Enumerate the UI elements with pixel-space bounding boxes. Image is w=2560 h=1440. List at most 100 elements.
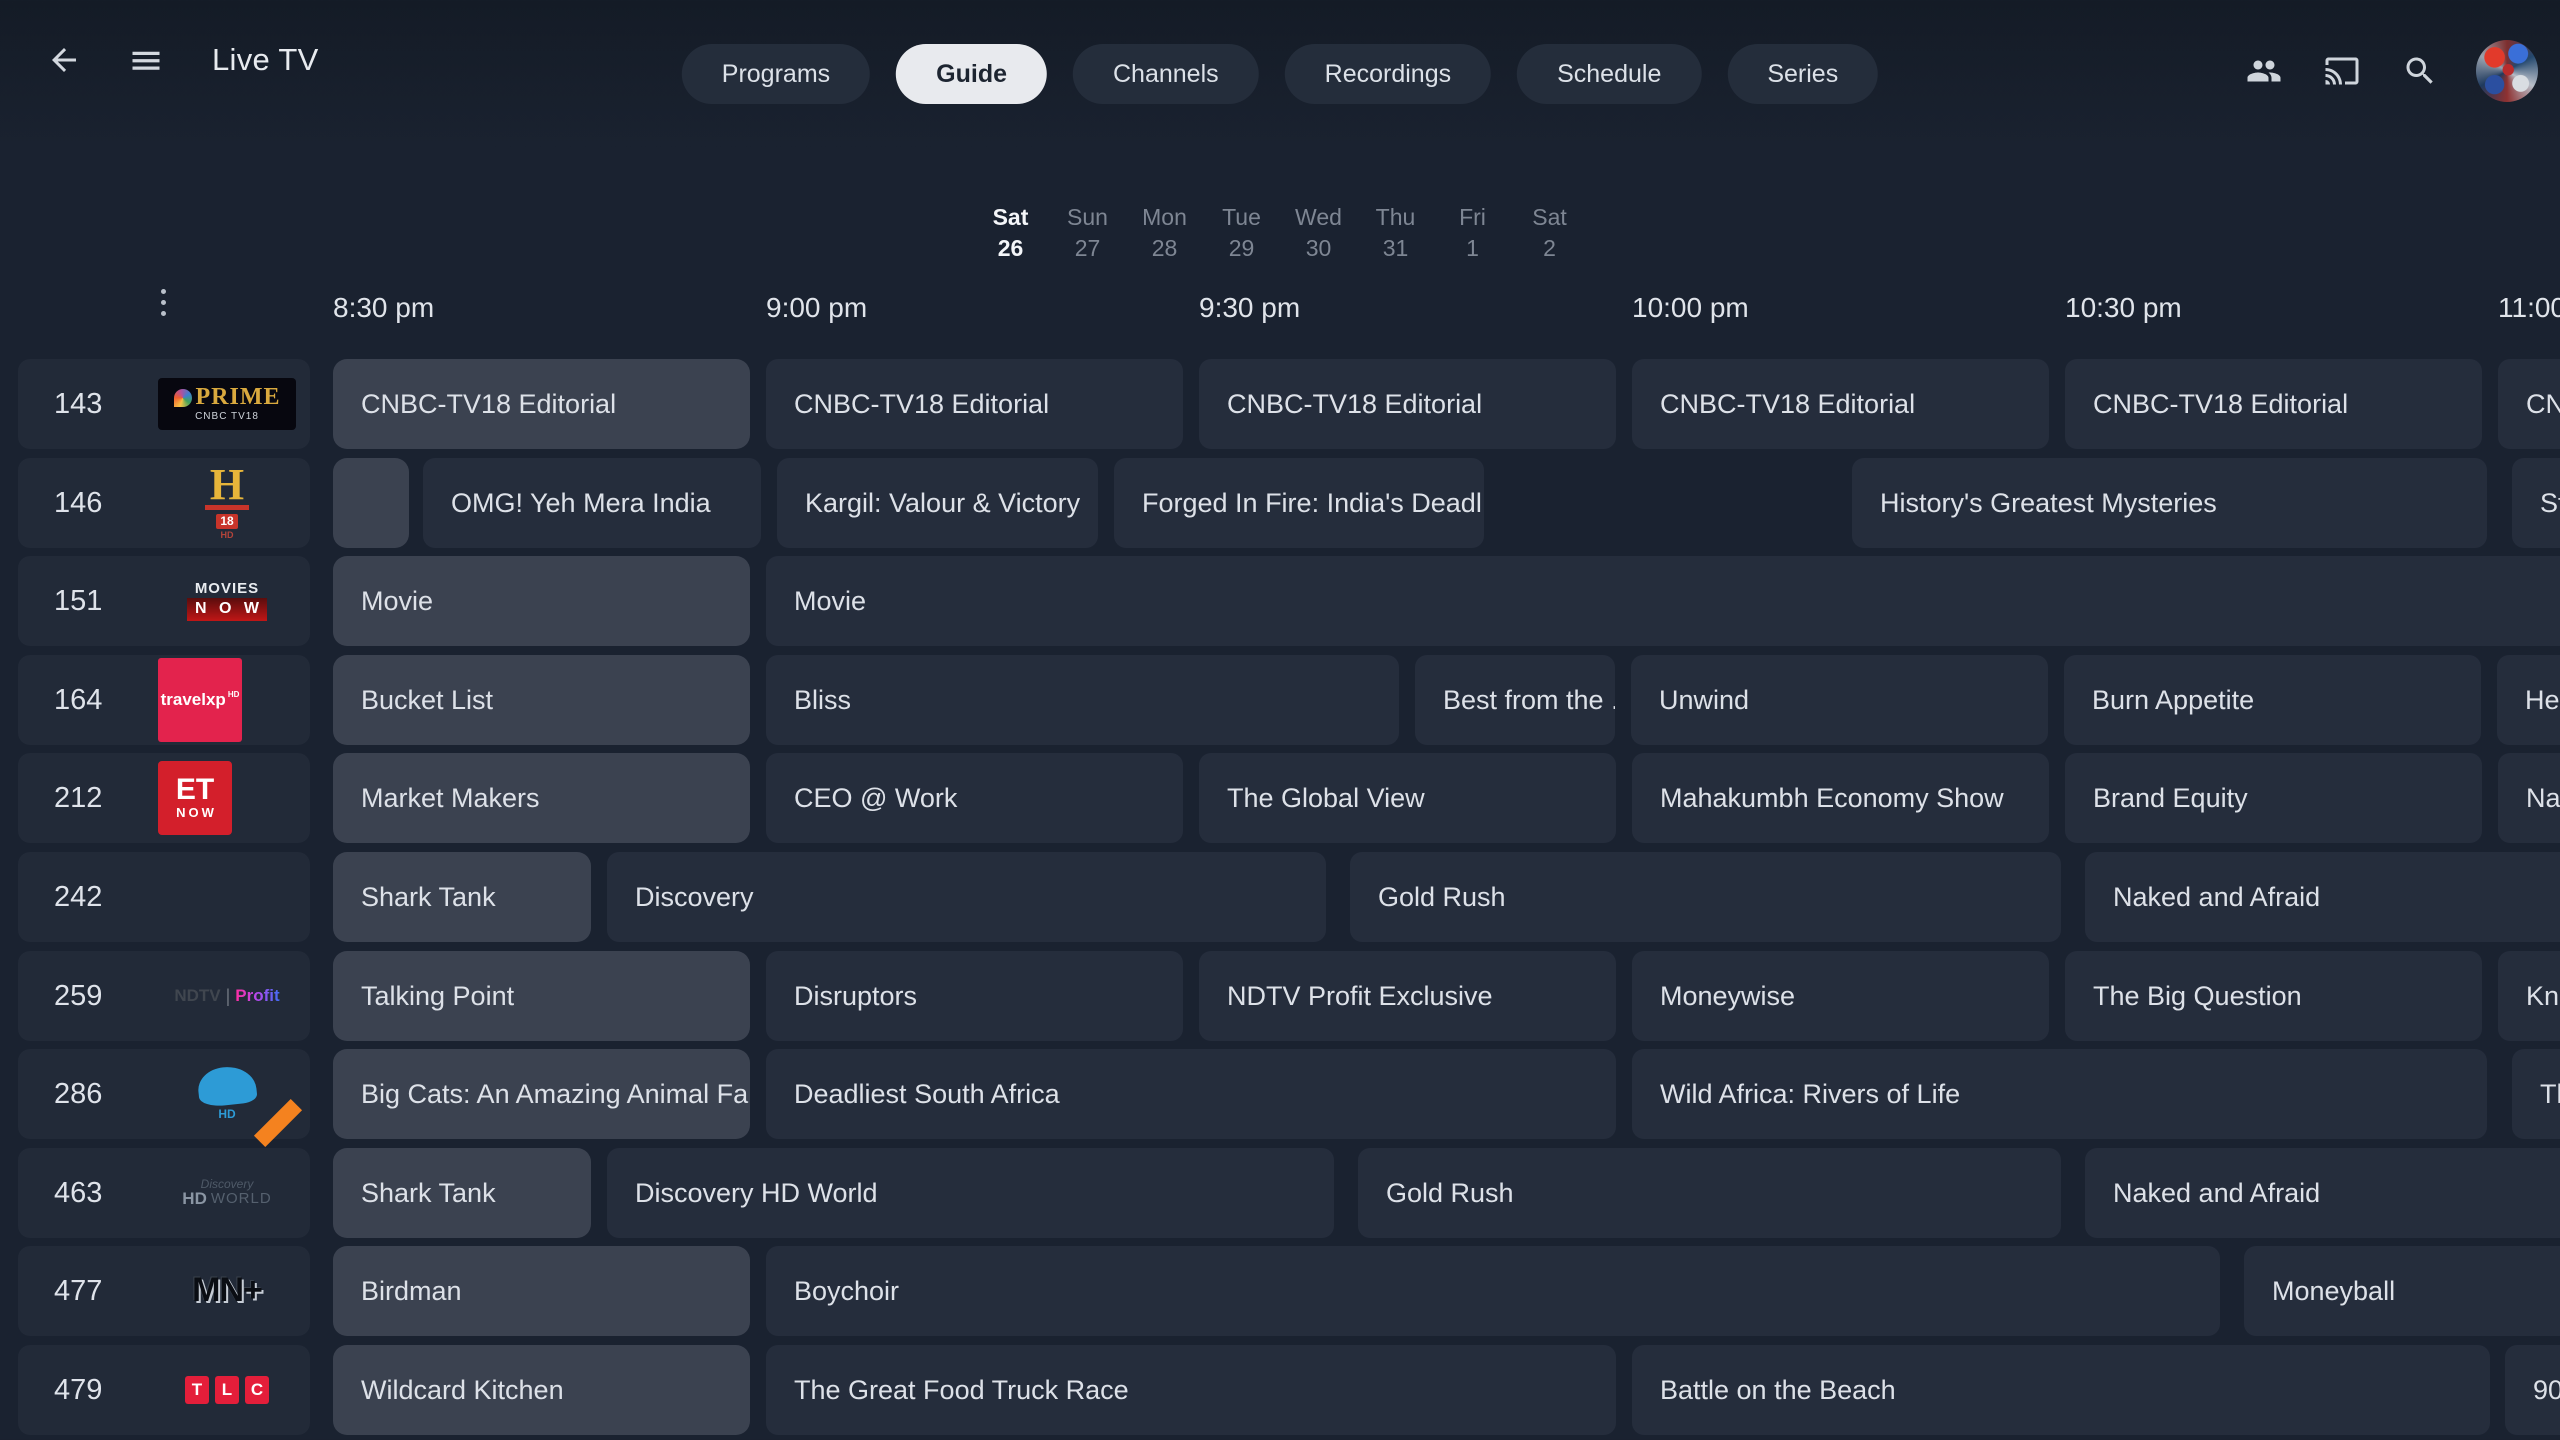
program-cell[interactable]: CNBC-TV18 Editorial [333, 359, 750, 449]
program-cell[interactable]: Sto [2512, 458, 2560, 548]
program-cell[interactable]: Movie [333, 556, 750, 646]
tab-guide[interactable]: Guide [896, 44, 1047, 104]
tab-schedule[interactable]: Schedule [1517, 44, 1701, 104]
top-app-bar: Live TV ProgramsGuideChannelsRecordingsS… [0, 0, 2560, 120]
program-cell[interactable]: Disruptors [766, 951, 1183, 1041]
program-cell[interactable]: Movie [766, 556, 2560, 646]
program-cell[interactable]: Wildcard Kitchen [333, 1345, 750, 1435]
channel-row-463: 463DiscoveryHDWORLD Shark TankDiscovery H… [0, 1148, 2560, 1238]
day-number: 31 [1357, 233, 1434, 264]
channel-card-479[interactable]: 479TLC [18, 1345, 310, 1435]
program-cell[interactable]: Brand Equity [2065, 753, 2482, 843]
day-name: Mon [1126, 202, 1203, 233]
search-button[interactable] [2398, 49, 2442, 93]
profile-avatar[interactable] [2476, 40, 2538, 102]
program-cell[interactable]: The Great Food Truck Race [766, 1345, 1616, 1435]
date-strip: Sat26Sun27Mon28Tue29Wed30Thu31Fri1Sat2 [972, 202, 1588, 264]
channel-number: 259 [54, 980, 158, 1013]
day-mon-28[interactable]: Mon28 [1126, 202, 1203, 264]
program-cell[interactable]: Know [2498, 951, 2560, 1041]
channel-card-143[interactable]: 143PRIMECNBC TV18 [18, 359, 310, 449]
program-cell[interactable]: Battle on the Beach [1632, 1345, 2490, 1435]
more-options-icon[interactable] [158, 283, 168, 322]
program-cell[interactable]: Discovery HD World [607, 1148, 1334, 1238]
mn-plus-logo: MN+ [158, 1273, 296, 1309]
channel-card-259[interactable]: 259NDTV|Profit [18, 951, 310, 1041]
program-cell[interactable]: Moneywise [1632, 951, 2049, 1041]
movies-now-logo: MOVIESN O W [158, 581, 296, 622]
channel-card-212[interactable]: 212ETNOW [18, 753, 310, 843]
program-cell[interactable]: The [2512, 1049, 2560, 1139]
program-cell[interactable]: Burn Appetite [2064, 655, 2481, 745]
day-number: 28 [1126, 233, 1203, 264]
program-cell[interactable]: Birdman [333, 1246, 750, 1336]
channel-row-259: 259NDTV|Profit Talking PointDisruptorsNDT… [0, 951, 2560, 1041]
program-cell[interactable]: Shark Tank [333, 852, 591, 942]
program-cell[interactable]: 90 D [2505, 1345, 2560, 1435]
program-cell[interactable]: The Global View [1199, 753, 1616, 843]
program-cell[interactable]: CNBC-TV18 Editorial [1199, 359, 1616, 449]
program-cell[interactable]: History's Greatest Mysteries [1852, 458, 2487, 548]
program-cell[interactable]: Gold Rush [1358, 1148, 2061, 1238]
day-sat-26[interactable]: Sat26 [972, 202, 1049, 264]
program-cell[interactable]: Naked and Afraid [2085, 1148, 2560, 1238]
day-wed-30[interactable]: Wed30 [1280, 202, 1357, 264]
channel-card-286[interactable]: 286HD [18, 1049, 310, 1139]
program-cell[interactable]: Talking Point [333, 951, 750, 1041]
program-cell[interactable]: CNBC-TV18 Editorial [2065, 359, 2482, 449]
day-name: Wed [1280, 202, 1357, 233]
day-sun-27[interactable]: Sun27 [1049, 202, 1126, 264]
tab-recordings[interactable]: Recordings [1285, 44, 1491, 104]
program-cell[interactable]: NDTV Profit Exclusive [1199, 951, 1616, 1041]
back-button[interactable] [42, 38, 86, 82]
program-cell[interactable]: Naked and Afraid [2085, 852, 2560, 942]
channel-card-146[interactable]: 146H18HD [18, 458, 310, 548]
program-cell[interactable]: CEO @ Work [766, 753, 1183, 843]
channel-card-463[interactable]: 463DiscoveryHDWORLD [18, 1148, 310, 1238]
program-cell[interactable]: The Big Question [2065, 951, 2482, 1041]
program-cell[interactable]: Shark Tank [333, 1148, 591, 1238]
program-cell[interactable]: Deadliest South Africa [766, 1049, 1616, 1139]
animal-planet-hd-logo: HD [158, 1067, 296, 1121]
program-cell[interactable]: Big Cats: An Amazing Animal Family [333, 1049, 750, 1139]
program-cell[interactable]: OMG! Yeh Mera India [423, 458, 761, 548]
program-cell[interactable]: Bucket List [333, 655, 750, 745]
day-name: Thu [1357, 202, 1434, 233]
tab-programs[interactable]: Programs [682, 44, 870, 104]
tlc-logo: TLC [158, 1376, 296, 1404]
program-cell[interactable]: Forged In Fire: India's Deadl... [1114, 458, 1484, 548]
channel-card-477[interactable]: 477MN+ [18, 1246, 310, 1336]
program-cell[interactable]: Navi [2498, 753, 2560, 843]
tab-channels[interactable]: Channels [1073, 44, 1259, 104]
menu-button[interactable] [124, 38, 168, 82]
program-cell[interactable]: Wild Africa: Rivers of Life [1632, 1049, 2487, 1139]
program-cell[interactable]: CNBC-TV18 Editorial [1632, 359, 2049, 449]
program-cell[interactable]: Herit [2497, 655, 2560, 745]
day-fri-1[interactable]: Fri1 [1434, 202, 1511, 264]
program-cell[interactable]: Gold Rush [1350, 852, 2061, 942]
program-cell[interactable]: CNBC-TV18 Editorial [766, 359, 1183, 449]
back-arrow-icon [46, 42, 82, 78]
cast-button[interactable] [2320, 49, 2364, 93]
day-thu-31[interactable]: Thu31 [1357, 202, 1434, 264]
program-cell[interactable] [333, 458, 409, 548]
program-cell[interactable]: Discovery [607, 852, 1326, 942]
program-cell[interactable]: Moneyball [2244, 1246, 2560, 1336]
channel-card-164[interactable]: 164travelxpHD [18, 655, 310, 745]
people-button[interactable] [2242, 49, 2286, 93]
program-cell[interactable]: Bliss [766, 655, 1399, 745]
channel-card-151[interactable]: 151MOVIESN O W [18, 556, 310, 646]
day-tue-29[interactable]: Tue29 [1203, 202, 1280, 264]
day-sat-2[interactable]: Sat2 [1511, 202, 1588, 264]
program-cell[interactable]: Unwind [1631, 655, 2048, 745]
program-cell[interactable]: Boychoir [766, 1246, 2220, 1336]
time-label: 11:00 [2498, 292, 2560, 324]
program-cell[interactable]: Market Makers [333, 753, 750, 843]
time-label: 9:30 pm [1199, 292, 1300, 324]
channel-card-242[interactable]: 242 [18, 852, 310, 942]
program-cell[interactable]: CNBC-TV18 Editorial [2498, 359, 2560, 449]
tab-series[interactable]: Series [1727, 44, 1878, 104]
program-cell[interactable]: Mahakumbh Economy Show [1632, 753, 2049, 843]
program-cell[interactable]: Best from the ... [1415, 655, 1615, 745]
program-cell[interactable]: Kargil: Valour & Victory [777, 458, 1098, 548]
